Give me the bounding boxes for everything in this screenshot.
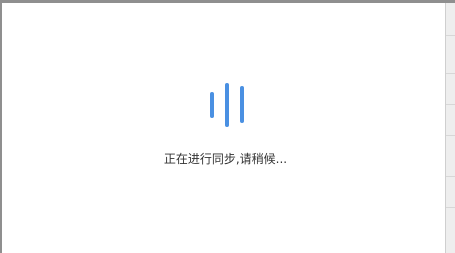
- sync-dialog: [2, 3, 445, 253]
- sync-status-text: 正在进行同步,请稍候...: [163, 152, 288, 166]
- loading-bars-icon: [207, 83, 247, 129]
- loading-bar-medium: [240, 86, 244, 123]
- side-panel-edge: [445, 3, 455, 253]
- loading-bar-short: [210, 92, 214, 118]
- loading-bar-tall: [225, 83, 229, 127]
